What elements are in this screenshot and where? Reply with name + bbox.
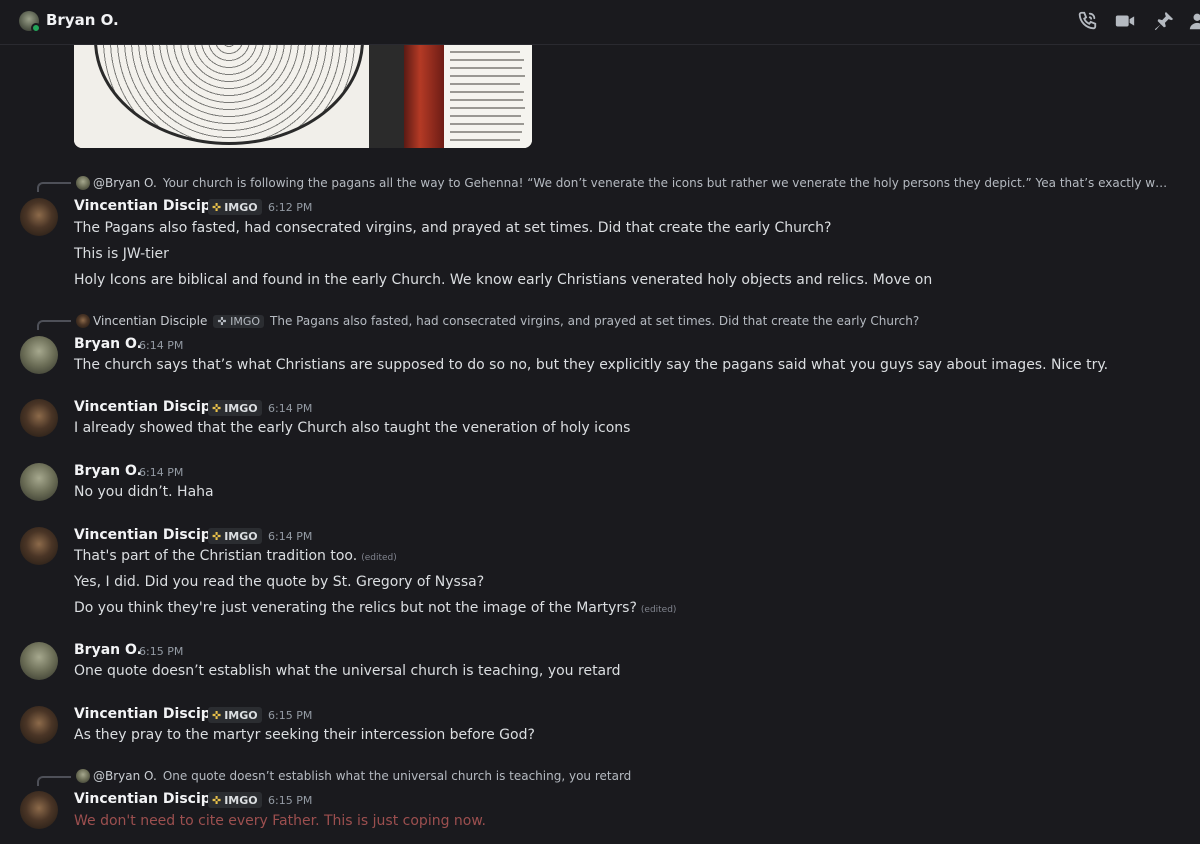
pin-icon[interactable] bbox=[1153, 10, 1177, 34]
timestamp: 6:12 PM bbox=[268, 201, 313, 214]
message-text: Yes, I did. Did you read the quote by St… bbox=[74, 574, 485, 590]
image-attachment[interactable] bbox=[74, 45, 532, 148]
timestamp: 6:14 PM bbox=[268, 530, 313, 543]
message-text: No you didn’t. Haha bbox=[74, 484, 214, 500]
reply-author: @Bryan O. bbox=[93, 176, 157, 190]
avatar[interactable] bbox=[20, 642, 58, 680]
avatar[interactable] bbox=[20, 198, 58, 236]
author-name[interactable]: Bryan O. bbox=[74, 336, 142, 352]
dm-header: Bryan O. bbox=[0, 0, 1200, 45]
edited-label: (edited) bbox=[640, 605, 677, 615]
video-camera-icon[interactable] bbox=[1114, 10, 1138, 34]
phone-call-icon[interactable] bbox=[1076, 10, 1100, 34]
mobile-status-icon bbox=[31, 23, 41, 33]
reply-guild-tag: ✜ IMGO bbox=[213, 315, 265, 328]
reply-avatar bbox=[76, 176, 90, 190]
reply-author: @Bryan O. bbox=[93, 769, 157, 783]
tag-star-icon: ✜ bbox=[212, 401, 222, 415]
timestamp: 6:15 PM bbox=[268, 709, 313, 722]
header-title[interactable]: Bryan O. bbox=[46, 11, 119, 29]
reply-preview[interactable]: @Bryan O. Your church is following the pa… bbox=[93, 176, 1173, 190]
message-text: I already showed that the early Church a… bbox=[74, 420, 631, 436]
message-text: Holy Icons are biblical and found in the… bbox=[74, 272, 933, 288]
author-name[interactable]: Vincentian Disciple bbox=[74, 791, 225, 807]
attachment-engraving bbox=[74, 45, 369, 148]
guild-tag-badge[interactable]: ✜ IMGO bbox=[208, 707, 262, 723]
author-name[interactable]: Vincentian Disciple bbox=[74, 706, 225, 722]
message-text: That's part of the Christian tradition t… bbox=[74, 548, 397, 564]
tag-star-icon: ✜ bbox=[212, 200, 222, 214]
message-text: As they pray to the martyr seeking their… bbox=[74, 727, 535, 743]
avatar[interactable] bbox=[20, 336, 58, 374]
add-member-icon[interactable] bbox=[1188, 10, 1200, 34]
reply-content: Your church is following the pagans all … bbox=[162, 176, 1173, 190]
reply-preview[interactable]: Vincentian Disciple ✜ IMGO The Pagans also… bbox=[93, 314, 919, 328]
author-name[interactable]: Bryan O. bbox=[74, 463, 142, 479]
guild-tag-badge[interactable]: ✜ IMGO bbox=[208, 199, 262, 215]
timestamp: 6:15 PM bbox=[139, 645, 184, 658]
reply-preview[interactable]: @Bryan O. One quote doesn’t establish wha… bbox=[93, 769, 631, 783]
reply-avatar bbox=[76, 769, 90, 783]
edited-label: (edited) bbox=[361, 553, 397, 563]
author-name[interactable]: Bryan O. bbox=[74, 642, 142, 658]
tag-star-icon: ✜ bbox=[212, 708, 222, 722]
message-text: The church says that’s what Christians a… bbox=[74, 357, 1109, 373]
timestamp: 6:14 PM bbox=[139, 339, 184, 352]
attachment-book-page bbox=[444, 45, 532, 148]
guild-tag-badge[interactable]: ✜ IMGO bbox=[208, 792, 262, 808]
message-text: This is JW-tier bbox=[74, 246, 169, 262]
message-text: Do you think they're just venerating the… bbox=[74, 600, 677, 616]
avatar[interactable] bbox=[20, 706, 58, 744]
avatar[interactable] bbox=[20, 791, 58, 829]
guild-tag-badge[interactable]: ✜ IMGO bbox=[208, 400, 262, 416]
timestamp: 6:14 PM bbox=[139, 466, 184, 479]
author-name[interactable]: Vincentian Disciple bbox=[74, 198, 225, 214]
tag-star-icon: ✜ bbox=[212, 529, 222, 543]
tag-star-icon: ✜ bbox=[212, 793, 222, 807]
reply-content: One quote doesn’t establish what the uni… bbox=[162, 769, 632, 783]
reply-content: The Pagans also fasted, had consecrated … bbox=[270, 314, 920, 328]
message-text: One quote doesn’t establish what the uni… bbox=[74, 663, 621, 679]
message-text-sending: We don't need to cite every Father. This… bbox=[74, 813, 486, 829]
message-text: The Pagans also fasted, had consecrated … bbox=[74, 220, 832, 236]
author-name[interactable]: Vincentian Disciple bbox=[74, 527, 225, 543]
avatar[interactable] bbox=[20, 527, 58, 565]
avatar[interactable] bbox=[20, 463, 58, 501]
attachment-book-spine bbox=[404, 45, 444, 148]
timestamp: 6:15 PM bbox=[268, 794, 313, 807]
reply-author: Vincentian Disciple bbox=[93, 314, 208, 328]
avatar[interactable] bbox=[20, 399, 58, 437]
guild-tag-badge[interactable]: ✜ IMGO bbox=[208, 528, 262, 544]
reply-avatar bbox=[76, 314, 90, 328]
timestamp: 6:14 PM bbox=[268, 402, 313, 415]
author-name[interactable]: Vincentian Disciple bbox=[74, 399, 225, 415]
